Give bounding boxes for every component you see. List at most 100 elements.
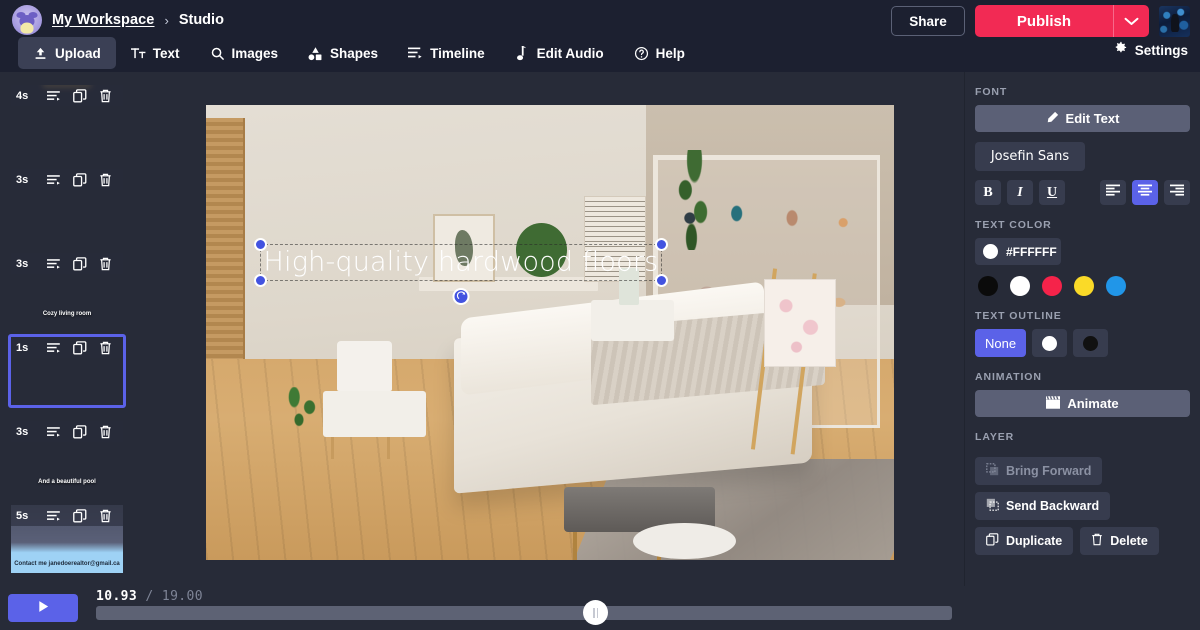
bold-button[interactable]: B — [975, 180, 1001, 205]
slide-thumbnail-3[interactable]: 3s Cozy living room — [8, 250, 126, 324]
outline-white-button[interactable] — [1032, 329, 1068, 357]
scene-easel — [750, 268, 853, 450]
resize-handle-top-left[interactable] — [254, 237, 267, 251]
menu-item-help[interactable]: Help — [619, 37, 700, 69]
menu-item-images[interactable]: Images — [195, 37, 294, 69]
publish-button[interactable]: Publish — [974, 5, 1113, 37]
duplicate-layer-button[interactable]: Duplicate — [975, 527, 1074, 555]
italic-button[interactable]: I — [1007, 180, 1033, 205]
swatch-black[interactable] — [978, 276, 998, 296]
align-center-button[interactable] — [1132, 180, 1158, 205]
edit-text-button[interactable]: Edit Text — [975, 105, 1190, 132]
trash-icon[interactable] — [93, 89, 118, 103]
align-right-button[interactable] — [1164, 180, 1190, 205]
align-left-button[interactable] — [1100, 180, 1126, 205]
scrubber-handle[interactable] — [583, 600, 608, 625]
duplicate-icon[interactable] — [67, 256, 92, 271]
time-separator: / — [145, 589, 154, 604]
slide-toolbar: 3s — [11, 253, 123, 274]
menu-item-shapes[interactable]: Shapes — [293, 37, 393, 69]
trash-icon[interactable] — [93, 257, 118, 271]
swatch-blue[interactable] — [1106, 276, 1126, 296]
slide-canvas[interactable]: High-quality hardwood floors — [206, 104, 894, 560]
reorder-icon[interactable] — [42, 174, 67, 186]
duplicate-icon[interactable] — [67, 172, 92, 187]
outline-white-dot — [1042, 335, 1058, 351]
font-family-select[interactable]: Josefin Sans — [975, 142, 1085, 171]
trash-icon[interactable] — [93, 425, 118, 439]
resize-handle-top-right[interactable] — [655, 237, 668, 251]
trash-icon[interactable] — [93, 509, 118, 523]
outline-black-button[interactable] — [1073, 329, 1109, 357]
slide-thumbnail-2[interactable]: 3s — [8, 166, 126, 240]
user-avatar-icon[interactable] — [1159, 5, 1190, 37]
reorder-icon[interactable] — [42, 90, 67, 102]
text-color-field[interactable]: #FFFFFF — [975, 238, 1061, 265]
resize-handle-bottom-right[interactable] — [655, 273, 668, 287]
text-format-row: B I U — [975, 180, 1190, 205]
scene-nightstand-right — [591, 300, 674, 342]
duplicate-icon[interactable] — [67, 424, 92, 439]
cat-avatar-icon[interactable] — [12, 5, 42, 35]
bring-forward-label: Bring Forward — [1006, 464, 1092, 478]
swatch-red[interactable] — [1042, 276, 1062, 296]
menu-item-upload[interactable]: Upload — [18, 37, 116, 69]
menu-item-text[interactable]: Text — [116, 37, 195, 69]
timeline-scrubber[interactable] — [96, 600, 952, 625]
align-right-icon — [1170, 184, 1184, 201]
slide-thumbnail-4[interactable]: 1s — [8, 334, 126, 408]
duplicate-icon[interactable] — [67, 340, 92, 355]
delete-layer-button[interactable]: Delete — [1080, 527, 1159, 555]
duplicate-icon[interactable] — [67, 88, 92, 103]
reorder-icon[interactable] — [42, 510, 67, 522]
text-layer-selection[interactable]: High-quality hardwood floors — [254, 237, 668, 305]
animation-section-label: ANIMATION — [975, 371, 1042, 383]
clapperboard-icon — [1046, 395, 1061, 412]
swatch-yellow[interactable] — [1074, 276, 1094, 296]
font-section-label: FONT — [975, 86, 1008, 98]
play-button[interactable] — [8, 594, 78, 622]
publish-dropdown-button[interactable] — [1113, 5, 1149, 37]
canvas-overlay-text: High-quality hardwood floors — [263, 246, 659, 278]
swatch-white[interactable] — [1010, 276, 1030, 296]
pencil-icon — [1046, 111, 1059, 127]
slide-caption: Contact me janedoerealtor@gmail.ca — [11, 557, 123, 573]
shapes-icon — [308, 46, 323, 61]
slide-toolbar: 1s — [11, 337, 123, 358]
trash-icon[interactable] — [93, 173, 118, 187]
resize-handle-bottom-left[interactable] — [254, 273, 267, 287]
menu-item-edit-audio[interactable]: Edit Audio — [500, 37, 619, 69]
slide-duration: 3s — [16, 425, 29, 438]
animate-button[interactable]: Animate — [975, 390, 1190, 417]
trash-icon[interactable] — [93, 341, 118, 355]
share-button[interactable]: Share — [891, 6, 965, 36]
duplicate-icon[interactable] — [67, 508, 92, 523]
transport-bar: 10.93 / 19.00 — [0, 586, 1200, 630]
publish-group: Publish — [974, 5, 1149, 37]
reorder-icon[interactable] — [42, 426, 67, 438]
canvas-area: High-quality hardwood floors — [135, 72, 965, 592]
slide-thumbnail-1[interactable]: 4s — [8, 82, 126, 156]
menu-item-label: Text — [152, 45, 180, 61]
slide-list-sidebar[interactable]: 4s 3s 3s Cozy living room 1s 3s And a be… — [0, 72, 135, 630]
underline-button[interactable]: U — [1039, 180, 1065, 205]
rotate-icon[interactable] — [452, 287, 470, 305]
slide-thumbnail-5[interactable]: 3s And a beautiful pool — [8, 418, 126, 492]
send-backward-button[interactable]: Send Backward — [975, 492, 1111, 520]
trash-icon — [1091, 533, 1103, 549]
studio-app: My Workspace › Studio Upload Text Images… — [0, 0, 1200, 630]
main-menu: Upload Text Images Shapes Timeline Edit … — [18, 36, 700, 70]
bring-forward-button[interactable]: Bring Forward — [975, 457, 1103, 485]
slide-caption: And a beautiful pool — [38, 479, 96, 486]
slide-duration: 4s — [16, 89, 29, 102]
reorder-icon[interactable] — [42, 258, 67, 270]
menu-item-label: Upload — [55, 45, 101, 61]
total-time: 19.00 — [161, 589, 203, 604]
menu-item-timeline[interactable]: Timeline — [393, 37, 500, 69]
breadcrumb-workspace-link[interactable]: My Workspace — [52, 12, 154, 28]
reorder-icon[interactable] — [42, 342, 67, 354]
outline-none-button[interactable]: None — [975, 329, 1027, 357]
slide-thumbnail-6[interactable]: 5s Contact me janedoerealtor@gmail.ca — [8, 502, 126, 576]
send-backward-icon — [986, 498, 999, 514]
settings-button[interactable]: Settings — [1113, 40, 1188, 60]
